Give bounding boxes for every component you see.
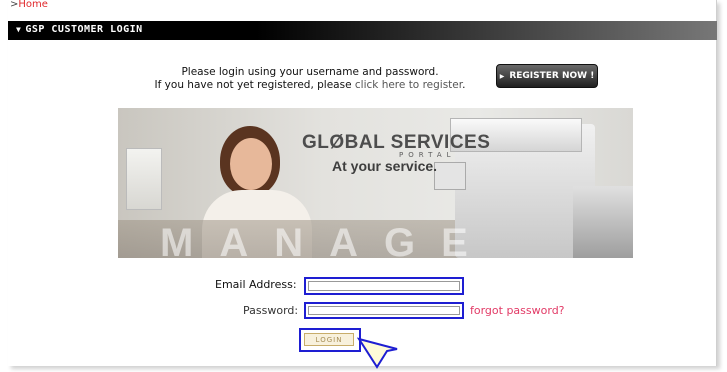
email-label: Email Address: bbox=[215, 278, 297, 291]
person-face bbox=[230, 138, 272, 190]
intro-line-1: Please login using your username and pas… bbox=[181, 66, 439, 78]
copier-tray-graphic bbox=[434, 162, 466, 190]
breadcrumb-home-link[interactable]: Home bbox=[18, 0, 48, 10]
triangle-down-icon: ▼ bbox=[16, 25, 22, 34]
forgot-password-link[interactable]: forgot password? bbox=[470, 304, 565, 317]
window-graphic bbox=[126, 148, 162, 210]
breadcrumb: >Home bbox=[10, 0, 48, 10]
banner-tagline: At your service. bbox=[332, 158, 438, 174]
login-button[interactable]: LOGIN bbox=[304, 333, 354, 346]
password-field[interactable] bbox=[304, 302, 464, 319]
banner-watermark: MANAGE bbox=[160, 221, 494, 265]
copier-side-graphic bbox=[573, 186, 633, 258]
triangle-right-icon: ▶ bbox=[499, 72, 505, 80]
section-title: ▼ GSP CUSTOMER LOGIN bbox=[16, 24, 143, 35]
global-services-logo: GLØBAL SERVICES bbox=[302, 132, 491, 153]
intro-line-2: If you have not yet registered, please c… bbox=[154, 79, 466, 91]
callout-pointer-icon bbox=[357, 337, 398, 369]
intro-text: Please login using your username and pas… bbox=[130, 66, 490, 92]
password-label: Password: bbox=[243, 304, 299, 317]
email-field[interactable] bbox=[304, 277, 464, 295]
register-link[interactable]: click here to register bbox=[355, 79, 462, 91]
register-now-button[interactable]: ▶ REGISTER NOW ! bbox=[496, 64, 598, 88]
